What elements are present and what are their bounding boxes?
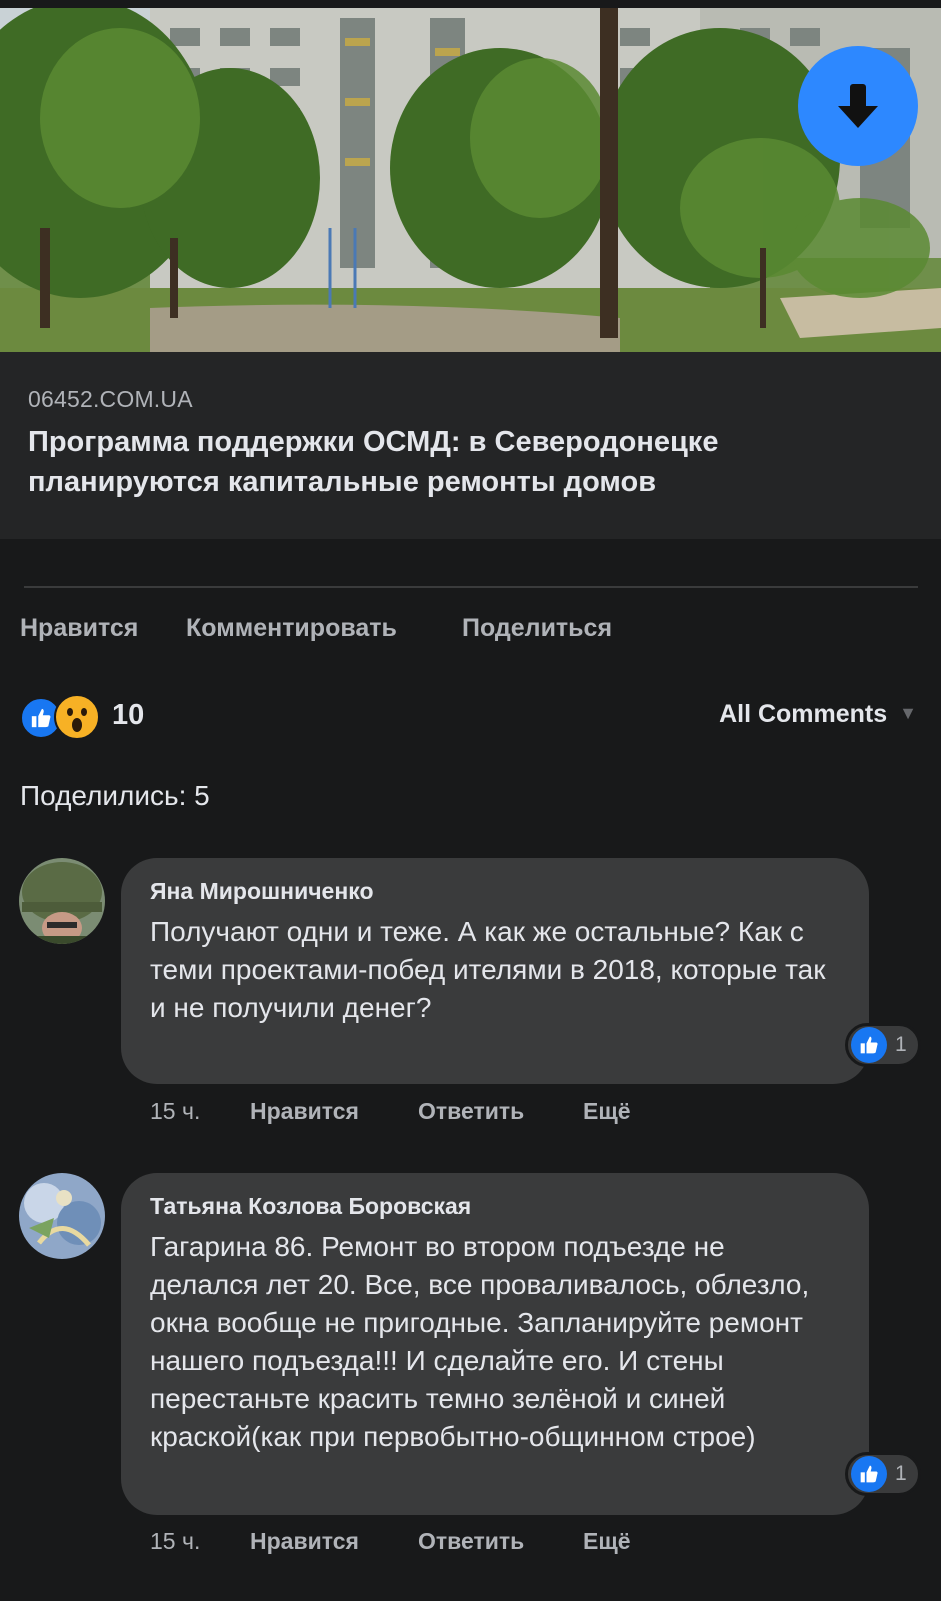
divider bbox=[24, 586, 918, 588]
comment-like-count: 1 bbox=[895, 1033, 907, 1056]
comment-timestamp[interactable]: 15 ч. bbox=[150, 1528, 200, 1555]
comment-like-button[interactable]: Нравится bbox=[250, 1098, 359, 1125]
comment-text: Получают одни и теже. А как же остальные… bbox=[150, 916, 826, 1023]
comments-filter-dropdown[interactable]: All Comments ▼ bbox=[719, 700, 917, 729]
comment-author[interactable]: Татьяна Козлова Боровская bbox=[150, 1193, 471, 1220]
like-reaction-icon bbox=[851, 1027, 887, 1063]
link-domain: 06452.COM.UA bbox=[28, 386, 193, 412]
comment-more-button[interactable]: Ещё bbox=[583, 1528, 631, 1555]
like-reaction-icon bbox=[851, 1456, 887, 1492]
share-button[interactable]: Поделиться bbox=[462, 614, 612, 643]
avatar[interactable] bbox=[19, 858, 105, 944]
reactions-count: 10 bbox=[112, 699, 145, 731]
avatar-photo bbox=[19, 858, 105, 944]
link-title[interactable]: Программа поддержки ОСМД: в Северодонецк… bbox=[28, 422, 908, 502]
comment-bubble[interactable]: Татьяна Козлова Боровская Гагарина 86. Р… bbox=[121, 1173, 869, 1515]
post-link-image[interactable] bbox=[0, 8, 941, 352]
comment-button[interactable]: Комментировать bbox=[186, 614, 397, 643]
avatar-photo bbox=[19, 1173, 105, 1259]
comment-text: Гагарина 86. Ремонт во втором подъезде н… bbox=[150, 1231, 810, 1452]
comment-like-button[interactable]: Нравится bbox=[250, 1528, 359, 1555]
comment-author[interactable]: Яна Мирошниченко bbox=[150, 878, 374, 905]
comment-reactions-badge[interactable]: 1 bbox=[845, 1452, 921, 1496]
shares-count[interactable]: Поделились: 5 bbox=[20, 780, 210, 812]
comment-more-button[interactable]: Ещё bbox=[583, 1098, 631, 1125]
wow-face-icon bbox=[54, 694, 100, 740]
avatar[interactable] bbox=[19, 1173, 105, 1259]
comment-timestamp[interactable]: 15 ч. bbox=[150, 1098, 200, 1125]
thumbs-up-icon bbox=[860, 1036, 878, 1054]
link-preview-card[interactable]: 06452.COM.UA Программа поддержки ОСМД: в… bbox=[0, 352, 941, 539]
caret-down-icon: ▼ bbox=[899, 703, 917, 723]
apartment-building-photo bbox=[0, 8, 941, 352]
comment-reply-button[interactable]: Ответить bbox=[418, 1098, 524, 1125]
comment-reply-button[interactable]: Ответить bbox=[418, 1528, 524, 1555]
thumbs-up-icon bbox=[860, 1465, 878, 1483]
comment-reactions-badge[interactable]: 1 bbox=[845, 1023, 921, 1067]
comment-like-count: 1 bbox=[895, 1462, 907, 1485]
comments-filter-label: All Comments bbox=[719, 700, 888, 728]
download-icon bbox=[838, 84, 878, 128]
like-button[interactable]: Нравится bbox=[20, 614, 138, 643]
download-button[interactable] bbox=[798, 46, 918, 166]
thumbs-up-icon bbox=[31, 708, 51, 728]
comment-bubble[interactable]: Яна Мирошниченко Получают одни и теже. А… bbox=[121, 858, 869, 1084]
